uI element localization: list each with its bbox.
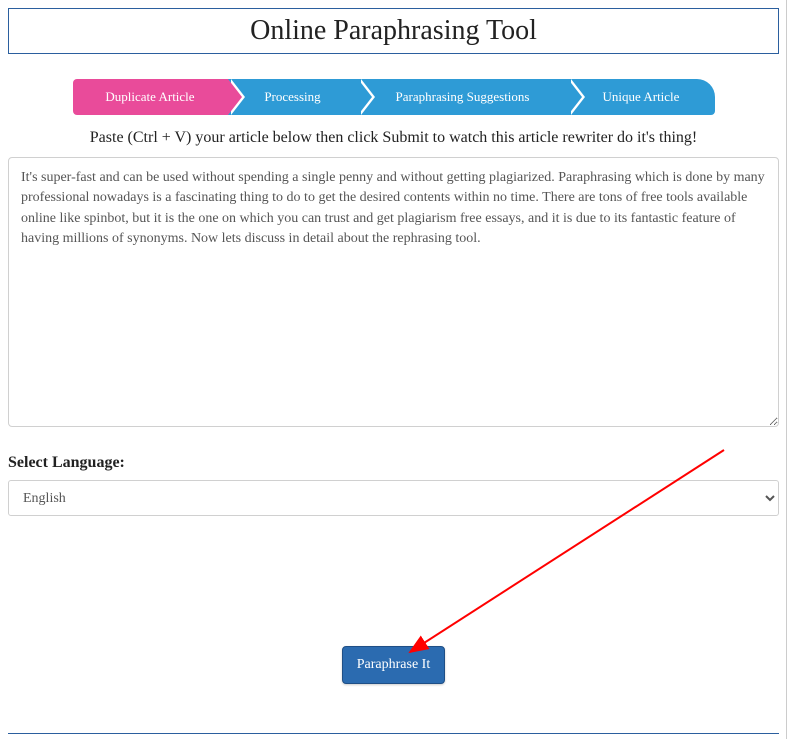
bottom-panel-border: [8, 733, 779, 737]
step-processing[interactable]: Processing: [228, 79, 358, 115]
article-textarea-wrap: [8, 157, 779, 432]
instruction-text: Paste (Ctrl + V) your article below then…: [6, 129, 781, 147]
page-title-box: Online Paraphrasing Tool: [8, 8, 779, 54]
step-label: Duplicate Article: [105, 89, 194, 105]
step-label: Paraphrasing Suggestions: [396, 89, 530, 105]
step-duplicate-article[interactable]: Duplicate Article: [73, 79, 228, 115]
step-paraphrasing-suggestions[interactable]: Paraphrasing Suggestions: [358, 79, 568, 115]
progress-steps: Duplicate Article Processing Paraphrasin…: [73, 79, 715, 115]
step-unique-article[interactable]: Unique Article: [568, 79, 715, 115]
step-label: Processing: [264, 89, 320, 105]
language-select[interactable]: English: [8, 480, 779, 516]
language-select-wrap: English: [8, 480, 779, 516]
article-textarea[interactable]: [8, 157, 779, 427]
language-label: Select Language:: [8, 454, 779, 472]
paraphrase-button[interactable]: Paraphrase It: [342, 646, 445, 684]
page-title: Online Paraphrasing Tool: [9, 15, 778, 47]
step-label: Unique Article: [603, 89, 680, 105]
